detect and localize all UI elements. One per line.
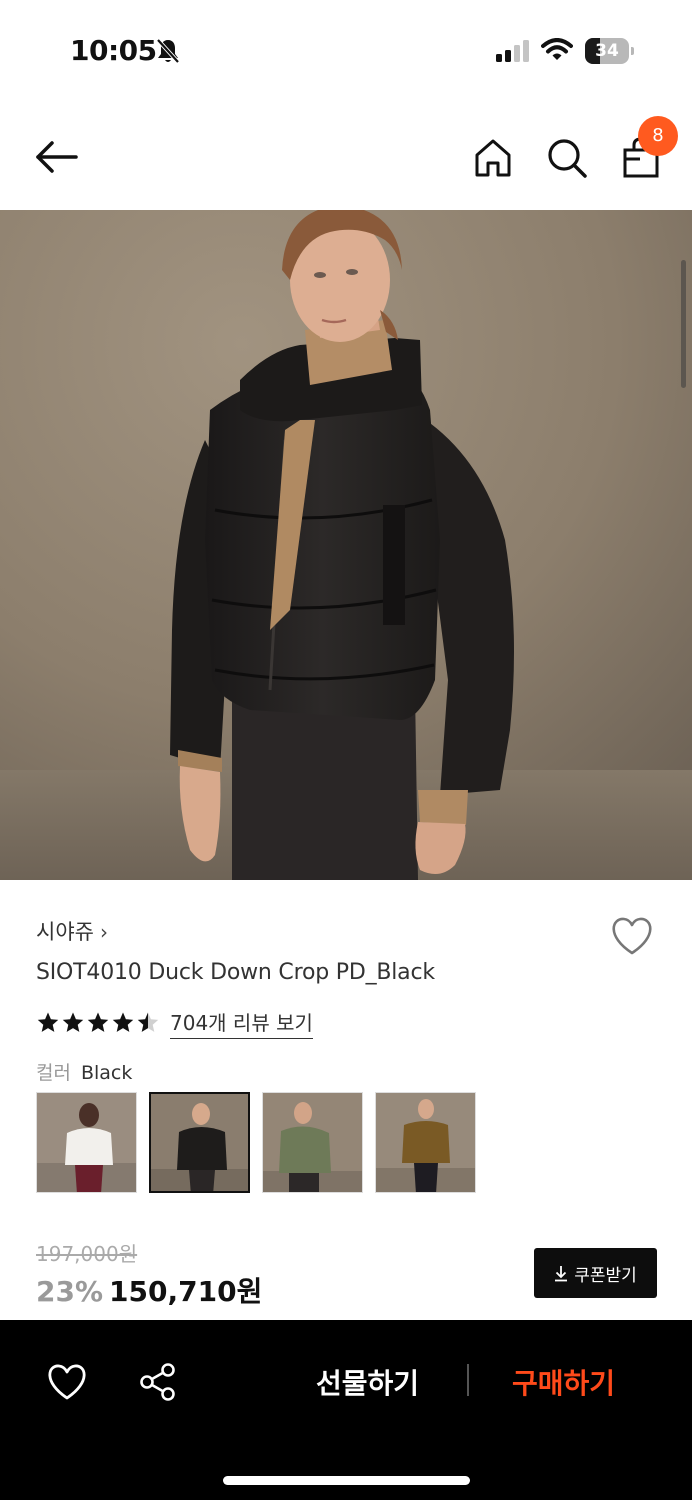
top-navigation: 8 xyxy=(0,100,692,210)
battery-level: 34 xyxy=(595,41,619,61)
brand-name: 시야쥬 xyxy=(36,920,94,944)
buy-button[interactable]: 구매하기 xyxy=(512,1362,615,1402)
sale-price: 150,710원 xyxy=(109,1275,263,1308)
rating-row: 704개 리뷰 보기 xyxy=(36,1007,313,1039)
brand-link[interactable]: 시야쥬 › xyxy=(36,916,108,946)
color-swatch-white[interactable] xyxy=(36,1092,137,1193)
gift-button[interactable]: 선물하기 xyxy=(316,1362,419,1402)
color-row: 컬러 Black xyxy=(36,1058,132,1085)
product-image-carousel[interactable] xyxy=(0,210,692,880)
color-swatch-black[interactable] xyxy=(149,1092,250,1193)
bell-off-icon xyxy=(156,38,180,64)
divider xyxy=(467,1364,469,1396)
bottom-action-bar: 선물하기 구매하기 xyxy=(0,1320,692,1500)
cellular-signal-icon xyxy=(496,40,529,62)
back-arrow-icon[interactable] xyxy=(30,135,82,179)
review-link[interactable]: 704개 리뷰 보기 xyxy=(170,1007,313,1039)
color-swatch-khaki[interactable] xyxy=(262,1092,363,1193)
download-icon xyxy=(555,1266,568,1282)
star-icon xyxy=(37,1012,59,1032)
wifi-icon xyxy=(541,38,573,60)
home-icon[interactable] xyxy=(470,135,516,181)
color-value: Black xyxy=(80,1062,133,1084)
color-swatches xyxy=(36,1092,476,1193)
battery-indicator: 34 xyxy=(585,38,634,64)
color-swatch-brown[interactable] xyxy=(375,1092,476,1193)
wishlist-heart-icon[interactable] xyxy=(610,916,654,956)
status-bar: 10:05 34 xyxy=(0,0,692,100)
cart-count-badge: 8 xyxy=(638,116,678,156)
original-price: 197,000원 xyxy=(36,1242,138,1266)
color-label: 컬러 xyxy=(36,1062,71,1084)
coupon-label: 쿠폰받기 xyxy=(574,1265,637,1286)
heart-icon[interactable] xyxy=(46,1362,88,1402)
status-time: 10:05 xyxy=(70,34,157,67)
chevron-right-icon: › xyxy=(99,920,108,944)
image-scroll-indicator xyxy=(681,260,686,388)
star-icon xyxy=(62,1012,84,1032)
coupon-download-button[interactable]: 쿠폰받기 xyxy=(534,1248,657,1298)
star-icon xyxy=(112,1012,134,1032)
search-icon[interactable] xyxy=(544,135,590,181)
home-indicator[interactable] xyxy=(223,1476,470,1485)
share-icon[interactable] xyxy=(138,1362,178,1402)
product-title: SIOT4010 Duck Down Crop PD_Black xyxy=(36,960,435,985)
discount-rate: 23% xyxy=(36,1275,104,1308)
price-row: 23% 150,710원 xyxy=(36,1270,262,1310)
star-icon xyxy=(137,1012,159,1032)
star-icon xyxy=(87,1012,109,1032)
rating-stars xyxy=(36,1011,160,1035)
product-photo xyxy=(0,210,692,880)
